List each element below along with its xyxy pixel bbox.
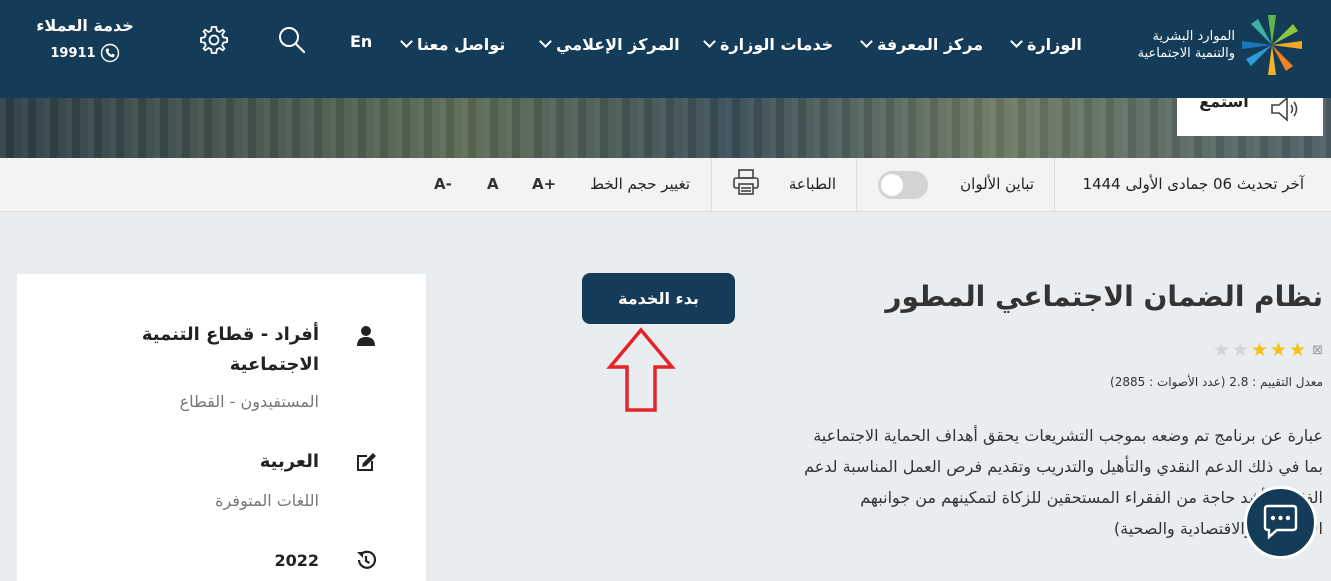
contrast-toggle[interactable]	[878, 171, 928, 199]
toolbar-divider	[711, 158, 712, 212]
gear-icon[interactable]	[198, 24, 230, 56]
logo-line1: الموارد البشرية	[1152, 29, 1235, 44]
history-icon	[357, 550, 377, 569]
language-switch[interactable]: En	[350, 32, 372, 51]
star-icon[interactable]: ★	[1289, 340, 1306, 360]
top-navigation: الموارد البشرية والتنمية الاجتماعية الوز…	[0, 0, 1331, 98]
chevron-down-icon	[703, 35, 716, 48]
nav-item-knowledge-center[interactable]: مركز المعرفة	[860, 30, 984, 58]
listen-button[interactable]: استمع	[1177, 98, 1323, 136]
nav-item-ministry-services[interactable]: خدمات الوزارة	[703, 30, 834, 58]
ministry-logo[interactable]: الموارد البشرية والتنمية الاجتماعية	[1095, 12, 1305, 78]
accessibility-toolbar: آخر تحديث 06 جمادى الأولى 1444 تباين الأ…	[0, 158, 1331, 212]
chevron-down-icon	[860, 35, 873, 48]
star-icon[interactable]: ★	[1270, 340, 1287, 360]
beneficiaries-value: أفراد - قطاع التنمية الاجتماعية	[141, 324, 319, 375]
up-arrow-annotation	[606, 327, 676, 412]
star-icon[interactable]: ★	[1251, 340, 1268, 360]
nav-label: خدمات الوزارة	[720, 34, 834, 54]
last-update: آخر تحديث 06 جمادى الأولى 1444	[1082, 175, 1304, 193]
printer-icon[interactable]	[731, 167, 761, 197]
nav-label: مركز المعرفة	[877, 34, 984, 54]
contrast-label: تباين الألوان	[960, 175, 1034, 193]
chevron-down-icon	[539, 35, 552, 48]
rating-summary: معدل التقييم : 2.8 (عدد الأصوات : 2885)	[1110, 375, 1323, 389]
font-increase-button[interactable]: A+	[532, 175, 556, 193]
customer-service-title: خدمة العملاء	[36, 16, 134, 35]
nav-label: تواصل معنا	[417, 34, 506, 54]
start-service-button[interactable]: بدء الخدمة	[582, 273, 735, 324]
languages-label: اللغات المتوفرة	[215, 491, 319, 510]
languages-value: العربية	[259, 451, 319, 472]
nav-item-ministry[interactable]: الوزارة	[1010, 30, 1082, 58]
font-decrease-button[interactable]: A-	[434, 175, 452, 193]
print-label[interactable]: الطباعة	[789, 175, 836, 193]
user-icon	[357, 326, 375, 346]
beneficiaries-label: المستفيدون - القطاع	[179, 392, 319, 411]
toolbar-divider	[856, 158, 857, 212]
chevron-down-icon	[1010, 35, 1023, 48]
logo-line2: والتنمية الاجتماعية	[1137, 46, 1235, 61]
star-icon[interactable]: ★	[1232, 340, 1249, 360]
toggle-knob	[881, 174, 903, 196]
phone-icon	[100, 43, 119, 63]
customer-service-phone: 19911	[50, 45, 96, 61]
logo-mark-icon	[1242, 15, 1302, 75]
logo-text: الموارد البشرية والتنمية الاجتماعية	[1095, 28, 1235, 62]
chat-button[interactable]	[1244, 486, 1317, 559]
chevron-down-icon	[400, 35, 413, 48]
edit-icon	[357, 453, 376, 471]
search-icon[interactable]	[276, 24, 308, 56]
toolbar-divider	[1054, 158, 1055, 212]
hero-banner: استمع	[0, 98, 1331, 158]
star-icon[interactable]: ★	[1213, 340, 1230, 360]
page-title: نظام الضمان الاجتماعي المطور	[885, 280, 1323, 313]
nav-item-media-center[interactable]: المركز الإعلامي	[539, 30, 680, 58]
font-size-label: تغيير حجم الخط	[590, 175, 690, 193]
rating-stars[interactable]: ⊠ ★ ★ ★ ★ ★	[1213, 340, 1323, 360]
year-value: 2022	[274, 551, 319, 570]
listen-label: استمع	[1199, 98, 1249, 111]
service-info-card: أفراد - قطاع التنمية الاجتماعية المستفيد…	[17, 274, 426, 581]
customer-service[interactable]: خدمة العملاء 19911	[30, 16, 140, 63]
font-reset-button[interactable]: A	[487, 175, 499, 193]
customer-service-phone-row: 19911	[30, 43, 140, 63]
chat-icon	[1263, 504, 1298, 540]
speaker-icon	[1270, 98, 1297, 122]
nav-label: المركز الإعلامي	[556, 34, 680, 54]
clear-rating-icon[interactable]: ⊠	[1312, 343, 1323, 358]
nav-item-contact-us[interactable]: تواصل معنا	[400, 30, 506, 58]
nav-label: الوزارة	[1027, 34, 1082, 54]
